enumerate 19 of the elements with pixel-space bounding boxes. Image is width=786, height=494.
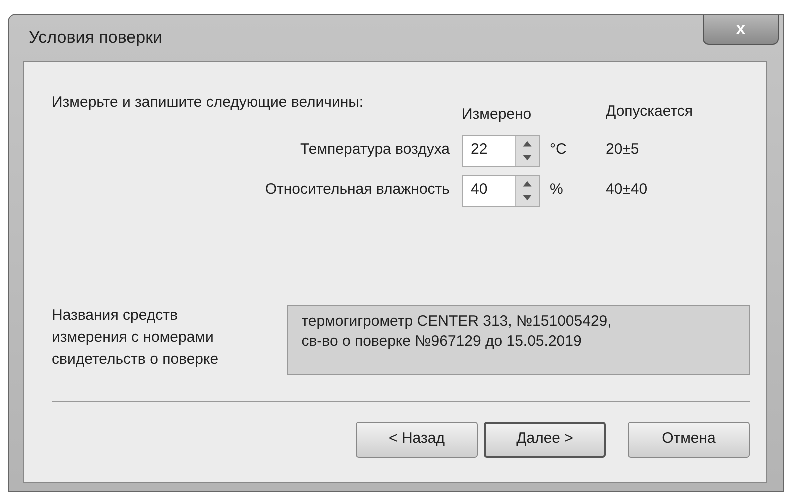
- dialog-button[interactable]: Отмена: [628, 422, 750, 458]
- unit-label: %: [549, 180, 564, 200]
- window-title: Условия поверки: [29, 27, 163, 50]
- instruments-label: Названия средств измерения с номерами свидетельств о поверке: [52, 306, 220, 370]
- number-spinner[interactable]: 22: [462, 134, 540, 166]
- unit-label: °C: [549, 140, 568, 160]
- field-label: Температура воздуха: [300, 140, 451, 160]
- dialog-button[interactable]: < Назад: [356, 422, 478, 458]
- column-header: Допускается: [606, 102, 694, 122]
- tolerance-text: 20±5: [606, 140, 640, 160]
- spin-buttons[interactable]: [515, 136, 539, 166]
- dialog-button[interactable]: Далее >: [484, 422, 606, 458]
- tolerance-text: 40±40: [606, 180, 649, 200]
- spin-buttons[interactable]: [515, 176, 539, 206]
- field-label: Относительная влажность: [264, 180, 451, 200]
- instruction-text: Измерьте и запишите следующие величины:: [52, 93, 365, 113]
- column-header: Измерено: [462, 105, 533, 125]
- number-spinner[interactable]: 40: [462, 174, 540, 206]
- instruments-field[interactable]: термогигрометр CENTER 313, №151005429, св-во о поверке №967129 до 15.05.2019: [286, 304, 750, 374]
